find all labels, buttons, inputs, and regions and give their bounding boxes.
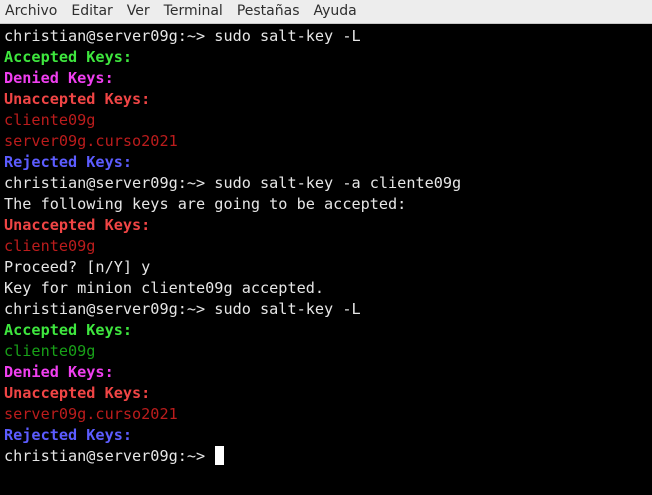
terminal-line: christian@server09g:~> sudo salt-key -a … xyxy=(4,174,462,192)
terminal-line: Denied Keys: xyxy=(4,69,114,87)
terminal-line: server09g.curso2021 xyxy=(4,132,178,150)
terminal-line: cliente09g xyxy=(4,342,96,360)
terminal-line: Unaccepted Keys: xyxy=(4,90,151,108)
menu-ver[interactable]: Ver xyxy=(120,0,157,24)
terminal-line: christian@server09g:~> sudo salt-key -L xyxy=(4,300,361,318)
terminal-line: Key for minion cliente09g accepted. xyxy=(4,279,325,297)
menu-terminal[interactable]: Terminal xyxy=(157,0,230,24)
terminal-line: server09g.curso2021 xyxy=(4,405,178,423)
terminal-prompt: christian@server09g:~> xyxy=(4,447,215,465)
terminal-line: Accepted Keys: xyxy=(4,48,133,66)
text-cursor xyxy=(215,446,225,465)
terminal-line: The following keys are going to be accep… xyxy=(4,195,407,213)
terminal-output[interactable]: christian@server09g:~> sudo salt-key -L … xyxy=(0,25,652,495)
terminal-line: Unaccepted Keys: xyxy=(4,384,151,402)
menu-editar[interactable]: Editar xyxy=(64,0,119,24)
menu-pestanas[interactable]: Pestañas xyxy=(230,0,307,24)
terminal-line: cliente09g xyxy=(4,237,96,255)
terminal-line: christian@server09g:~> sudo salt-key -L xyxy=(4,27,361,45)
terminal-line: Proceed? [n/Y] y xyxy=(4,258,151,276)
terminal-line: Unaccepted Keys: xyxy=(4,216,151,234)
terminal-line: Rejected Keys: xyxy=(4,426,133,444)
terminal-line: Denied Keys: xyxy=(4,363,114,381)
terminal-line: cliente09g xyxy=(4,111,96,129)
menu-ayuda[interactable]: Ayuda xyxy=(307,0,364,24)
terminal-line: Rejected Keys: xyxy=(4,153,133,171)
terminal-line: Accepted Keys: xyxy=(4,321,133,339)
menu-archivo[interactable]: Archivo xyxy=(0,0,64,24)
menu-bar: Archivo Editar Ver Terminal Pestañas Ayu… xyxy=(0,0,652,24)
terminal-prompt-line[interactable]: christian@server09g:~> xyxy=(4,446,652,467)
